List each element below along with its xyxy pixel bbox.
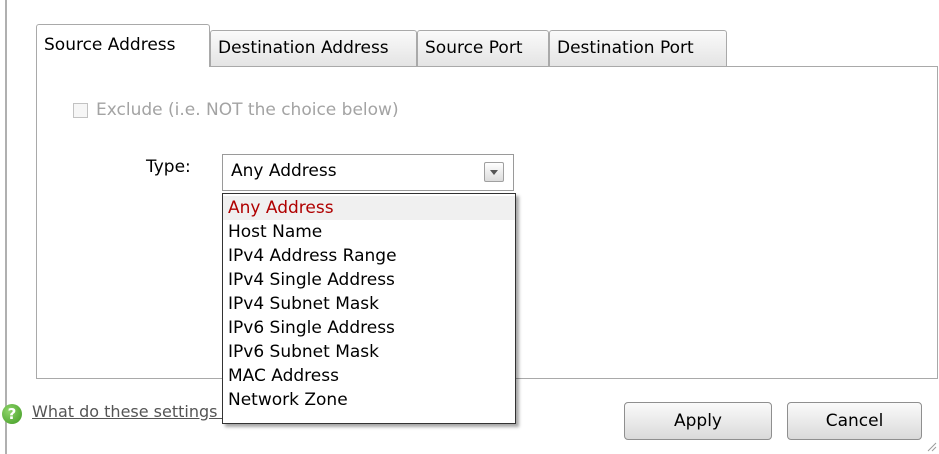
type-select[interactable]: Any Address	[222, 154, 514, 191]
dropdown-option-ipv4-single[interactable]: IPv4 Single Address	[223, 268, 515, 292]
tab-destination-address[interactable]: Destination Address	[210, 30, 417, 66]
apply-button[interactable]: Apply	[624, 402, 772, 440]
dropdown-option-network-zone[interactable]: Network Zone	[223, 388, 515, 412]
chevron-down-icon[interactable]	[484, 162, 504, 182]
tab-destination-port[interactable]: Destination Port	[549, 30, 727, 66]
left-border	[5, 0, 7, 454]
resize-grip-icon[interactable]	[925, 440, 937, 452]
help-link[interactable]: What do these settings mean?	[32, 402, 222, 421]
dropdown-option-ipv6-subnet[interactable]: IPv6 Subnet Mask	[223, 340, 515, 364]
tab-source-port[interactable]: Source Port	[417, 30, 549, 66]
dropdown-option-any-address[interactable]: Any Address	[223, 196, 515, 220]
cancel-button[interactable]: Cancel	[787, 402, 922, 440]
dropdown-option-ipv4-subnet[interactable]: IPv4 Subnet Mask	[223, 292, 515, 316]
exclude-checkbox[interactable]	[73, 102, 88, 118]
dropdown-option-ipv6-single[interactable]: IPv6 Single Address	[223, 316, 515, 340]
help-icon[interactable]: ?	[2, 404, 22, 424]
type-dropdown-list: Any Address Host Name IPv4 Address Range…	[222, 193, 516, 424]
tab-source-address[interactable]: Source Address	[36, 24, 210, 67]
type-select-value: Any Address	[231, 161, 337, 181]
dropdown-option-mac-address[interactable]: MAC Address	[223, 364, 515, 388]
type-label: Type:	[146, 157, 191, 177]
dropdown-option-host-name[interactable]: Host Name	[223, 220, 515, 244]
dropdown-option-ipv4-range[interactable]: IPv4 Address Range	[223, 244, 515, 268]
exclude-row: Exclude (i.e. NOT the choice below)	[73, 98, 399, 122]
exclude-label: Exclude (i.e. NOT the choice below)	[96, 100, 399, 120]
